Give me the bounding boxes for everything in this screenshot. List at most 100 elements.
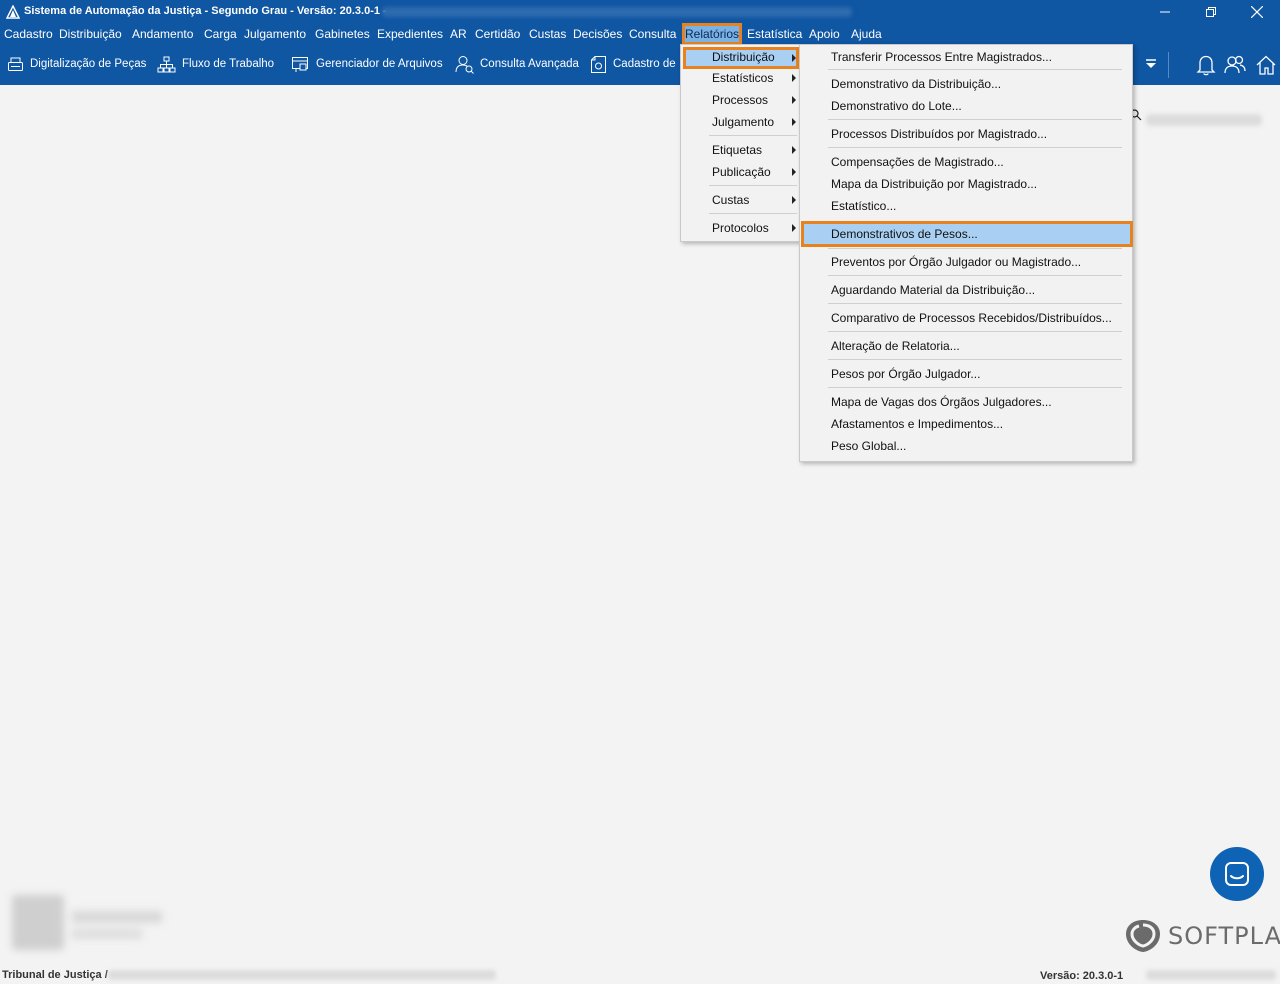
menu-distribuicao[interactable]: Distribuição [59,27,122,41]
app-logo-icon [6,5,20,19]
menu-decisoes[interactable]: Decisões [573,27,622,41]
softplan-logo: SOFTPLAN [1124,918,1280,954]
menu-separator [828,119,1122,120]
submenu-arrow-icon [792,224,796,232]
submenu-item-processos-distribuidos[interactable]: Processos Distribuídos por Magistrado... [831,127,1047,141]
submenu-item-demonstrativo-distribuicao[interactable]: Demonstrativo da Distribuição... [831,77,1001,91]
redacted-status-info [108,970,496,980]
submenu-arrow-icon [792,168,796,176]
submenu-item-aguardando-material[interactable]: Aguardando Material da Distribuição... [831,283,1035,297]
menu-separator [828,359,1122,360]
menu-separator [828,248,1122,249]
submenu-item-mapa-vagas[interactable]: Mapa de Vagas dos Órgãos Julgadores... [831,395,1052,409]
relatorios-item-julgamento[interactable]: Julgamento [712,115,774,129]
redacted-user-info [1146,970,1276,980]
home-icon [1256,55,1276,75]
users-button[interactable] [1224,54,1246,79]
submenu-item-alteracao-relatoria[interactable]: Alteração de Relatoria... [831,339,960,353]
submenu-item-demonstrativo-lote[interactable]: Demonstrativo do Lote... [831,99,962,113]
submenu-item-comparativo[interactable]: Comparativo de Processos Recebidos/Distr… [831,311,1112,325]
submenu-item-peso-global[interactable]: Peso Global... [831,439,906,453]
menu-separator [709,135,797,136]
close-button[interactable] [1234,0,1280,24]
menu-separator [828,303,1122,304]
submenu-item-demonstrativos-pesos[interactable]: Demonstrativos de Pesos... [831,227,978,241]
relatorios-item-protocolos[interactable]: Protocolos [712,221,769,235]
scanner-label: Digitalização de Peças [30,58,147,70]
relatorios-item-processos[interactable]: Processos [712,93,768,107]
close-icon [1251,6,1263,18]
advanced-search-label: Consulta Avançada [480,58,579,70]
bell-icon [1196,55,1216,76]
softplan-wordmark: SOFTPLAN [1168,922,1280,950]
relatorios-menu: Distribuição Estatísticos Processos Julg… [680,44,800,242]
menu-separator [828,69,1122,70]
submenu-item-pesos-orgao[interactable]: Pesos por Órgão Julgador... [831,367,980,381]
restore-button[interactable] [1188,0,1234,24]
toolbar-separator [1168,52,1169,78]
menu-separator [828,275,1122,276]
menu-apoio[interactable]: Apoio [809,27,840,41]
dropdown-arrow-icon [1146,59,1156,68]
menu-gabinetes[interactable]: Gabinetes [315,27,370,41]
submenu-item-transferir-processos[interactable]: Transferir Processos Entre Magistrados..… [831,50,1052,64]
users-icon [1224,55,1246,74]
status-version: Versão: 20.3.0-1 [1040,970,1124,982]
restore-icon [1206,7,1216,17]
menu-custas[interactable]: Custas [529,27,566,41]
menu-ar[interactable]: AR [450,27,467,41]
distribuicao-submenu: Transferir Processos Entre Magistrados..… [799,44,1133,462]
relatorios-item-estatisticos[interactable]: Estatísticos [712,71,773,85]
notifications-button[interactable] [1196,54,1216,79]
advanced-search-button[interactable]: Consulta Avançada [455,53,579,75]
submenu-item-compensacoes[interactable]: Compensações de Magistrado... [831,155,1004,169]
submenu-item-estatistico[interactable]: Estatístico... [831,199,896,213]
submenu-arrow-icon [792,96,796,104]
workflow-label: Fluxo de Trabalho [182,58,275,70]
menu-separator [828,387,1122,388]
cadastro-button[interactable]: Cadastro de [590,53,676,75]
file-manager-icon [292,56,308,72]
menu-separator [709,185,797,186]
scanner-icon [8,57,23,71]
redacted-title-info [382,7,852,17]
submenu-item-mapa-distribuicao[interactable]: Mapa da Distribuição por Magistrado... [831,177,1037,191]
toolbar-dropdown-button[interactable] [1145,58,1157,72]
relatorios-item-etiquetas[interactable]: Etiquetas [712,143,762,157]
status-tribunal: Tribunal de Justiça / [2,969,108,981]
chat-icon [1225,862,1249,886]
menu-andamento[interactable]: Andamento [132,27,193,41]
menu-cadastro[interactable]: Cadastro [4,27,53,41]
relatorios-item-publicacao[interactable]: Publicação [712,165,771,179]
relatorios-item-distribuicao[interactable]: Distribuição [712,50,775,64]
menu-separator [828,147,1122,148]
menu-bar: Cadastro Distribuição Andamento Carga Ju… [0,23,1280,45]
cadastro-label: Cadastro de [613,58,676,70]
menu-carga[interactable]: Carga [204,27,237,41]
menu-ajuda[interactable]: Ajuda [851,27,882,41]
minimize-button[interactable] [1142,0,1188,24]
submenu-arrow-icon [792,146,796,154]
submenu-item-preventos[interactable]: Preventos por Órgão Julgador ou Magistra… [831,255,1081,269]
submenu-arrow-icon [792,118,796,126]
title-bar: Sistema de Automação da Justiça - Segund… [0,0,1280,24]
menu-expedientes[interactable]: Expedientes [377,27,443,41]
file-manager-button[interactable]: Gerenciador de Arquivos [291,53,443,75]
scanner-button[interactable]: Digitalização de Peças [7,53,146,75]
redacted-search-field [1146,114,1262,126]
minimize-icon [1160,11,1170,13]
relatorios-item-custas[interactable]: Custas [712,193,749,207]
menu-consulta[interactable]: Consulta [629,27,676,41]
submenu-arrow-icon [792,54,796,62]
menu-relatorios[interactable]: Relatórios [681,23,743,45]
window-title: Sistema de Automação da Justiça - Segund… [24,5,387,17]
menu-julgamento[interactable]: Julgamento [244,27,306,41]
chat-button[interactable] [1210,847,1264,901]
menu-estatistica[interactable]: Estatística [747,27,802,41]
workflow-button[interactable]: Fluxo de Trabalho [157,53,274,75]
home-button[interactable] [1255,54,1277,79]
menu-separator [709,213,797,214]
submenu-item-afastamentos[interactable]: Afastamentos e Impedimentos... [831,417,1003,431]
menu-certidao[interactable]: Certidão [475,27,520,41]
submenu-arrow-icon [792,74,796,82]
